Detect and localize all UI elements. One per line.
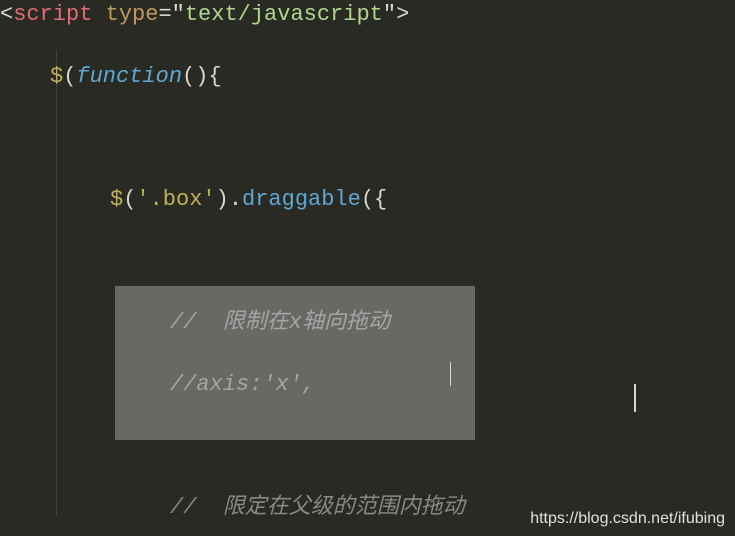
attr-type: type — [106, 2, 159, 27]
code-content: <script type="text/javascript"> $(functi… — [0, 0, 735, 536]
method-draggable: draggable — [242, 187, 361, 212]
jq-dollar: $ — [50, 64, 63, 89]
val-type: text/javascript — [185, 2, 383, 27]
text-cursor — [634, 384, 636, 412]
selector-box: '.box' — [136, 187, 215, 212]
text-cursor-inline — [450, 362, 451, 386]
kw-function: function — [76, 64, 182, 89]
comment-containment-note: // 限定在父级的范围内拖动 — [170, 495, 465, 520]
code-editor[interactable]: <script type="text/javascript"> $(functi… — [0, 0, 735, 536]
watermark-url: https://blog.csdn.net/ifubing — [530, 508, 725, 530]
draggable-box[interactable] — [115, 286, 475, 440]
tag-script: script — [13, 2, 92, 27]
